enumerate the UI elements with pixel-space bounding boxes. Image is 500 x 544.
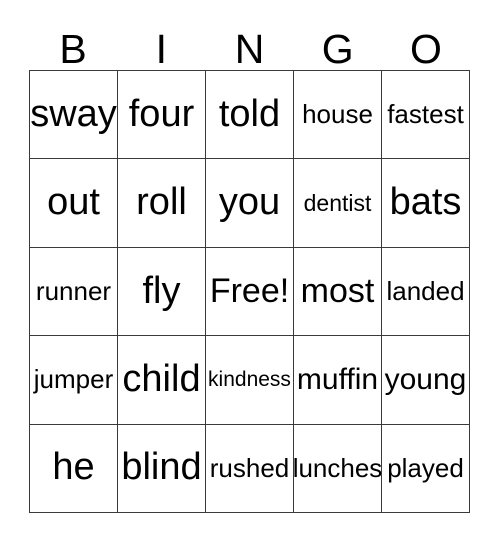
bingo-cell-label: dentist bbox=[303, 190, 372, 217]
bingo-cell[interactable]: jumper bbox=[30, 336, 118, 425]
bingo-cell-label: you bbox=[218, 181, 281, 224]
bingo-cell-label: Free! bbox=[209, 271, 290, 310]
bingo-cell-label: landed bbox=[386, 275, 465, 306]
bingo-cell-label: out bbox=[47, 181, 100, 224]
bingo-cell[interactable]: rushed bbox=[206, 424, 294, 513]
bingo-cell[interactable]: played bbox=[382, 424, 470, 513]
bingo-grid: sway four told house fastest out roll yo… bbox=[29, 70, 470, 513]
bingo-cell-label: kindness bbox=[208, 367, 291, 391]
bingo-cell[interactable]: bats bbox=[382, 159, 470, 248]
bingo-cell-label: house bbox=[302, 99, 373, 130]
bingo-cell-label: fly bbox=[142, 269, 181, 312]
bingo-cell[interactable]: fly bbox=[118, 247, 206, 337]
bingo-cell[interactable]: fastest bbox=[382, 71, 470, 160]
bingo-row: sway four told house fastest bbox=[30, 71, 470, 160]
bingo-cell-label: muffin bbox=[296, 363, 379, 397]
bingo-cell[interactable]: you bbox=[206, 159, 294, 248]
bingo-cell-label: runner bbox=[35, 275, 112, 306]
bingo-header-row: B I N G O bbox=[29, 22, 470, 70]
bingo-cell-label: jumper bbox=[33, 364, 114, 395]
bingo-row: runner fly Free! most landed bbox=[30, 247, 470, 337]
bingo-cell[interactable]: he bbox=[30, 424, 118, 513]
bingo-cell[interactable]: house bbox=[294, 71, 382, 160]
bingo-cell[interactable]: muffin bbox=[294, 336, 382, 425]
bingo-header-letter-o: O bbox=[409, 26, 442, 72]
bingo-cell[interactable]: blind bbox=[118, 424, 206, 513]
bingo-cell[interactable]: runner bbox=[30, 247, 118, 337]
bingo-row: out roll you dentist bats bbox=[30, 159, 470, 248]
bingo-cell[interactable]: four bbox=[118, 71, 206, 160]
bingo-cell-label: he bbox=[52, 446, 95, 489]
bingo-cell-label: played bbox=[387, 452, 464, 483]
bingo-cell-label: most bbox=[300, 271, 375, 310]
bingo-cell[interactable]: sway bbox=[30, 71, 118, 160]
bingo-cell-label: sway bbox=[30, 92, 117, 135]
bingo-cell-label: rushed bbox=[209, 452, 290, 483]
bingo-cell[interactable]: dentist bbox=[294, 159, 382, 248]
bingo-cell-label: four bbox=[128, 92, 195, 135]
bingo-header-letter-b: B bbox=[59, 26, 87, 72]
bingo-header-letter-g: G bbox=[321, 26, 354, 72]
bingo-cell[interactable]: out bbox=[30, 159, 118, 248]
bingo-row: he blind rushed lunches played bbox=[30, 424, 470, 513]
bingo-cell-label: lunches bbox=[294, 452, 382, 483]
bingo-card: B I N G O sway four told house fastest o… bbox=[29, 22, 470, 513]
bingo-header-letter-i: I bbox=[155, 26, 167, 72]
bingo-header-letter-n: N bbox=[234, 26, 265, 72]
bingo-cell-label: blind bbox=[121, 446, 202, 489]
bingo-cell-label: roll bbox=[136, 181, 187, 224]
bingo-cell-free-space[interactable]: Free! bbox=[206, 247, 294, 337]
bingo-cell-label: young bbox=[384, 363, 467, 397]
bingo-row: jumper child kindness muffin young bbox=[30, 336, 470, 425]
bingo-cell[interactable]: kindness bbox=[206, 336, 294, 425]
bingo-cell[interactable]: told bbox=[206, 71, 294, 160]
bingo-cell-label: told bbox=[218, 92, 281, 135]
bingo-cell[interactable]: young bbox=[382, 336, 470, 425]
bingo-cell[interactable]: lunches bbox=[294, 424, 382, 513]
bingo-cell[interactable]: child bbox=[118, 336, 206, 425]
bingo-cell-label: fastest bbox=[387, 99, 464, 130]
bingo-cell[interactable]: landed bbox=[382, 247, 470, 337]
bingo-cell-label: child bbox=[122, 357, 201, 400]
bingo-cell[interactable]: roll bbox=[118, 159, 206, 248]
bingo-cell-label: bats bbox=[389, 181, 462, 224]
bingo-cell[interactable]: most bbox=[294, 247, 382, 337]
